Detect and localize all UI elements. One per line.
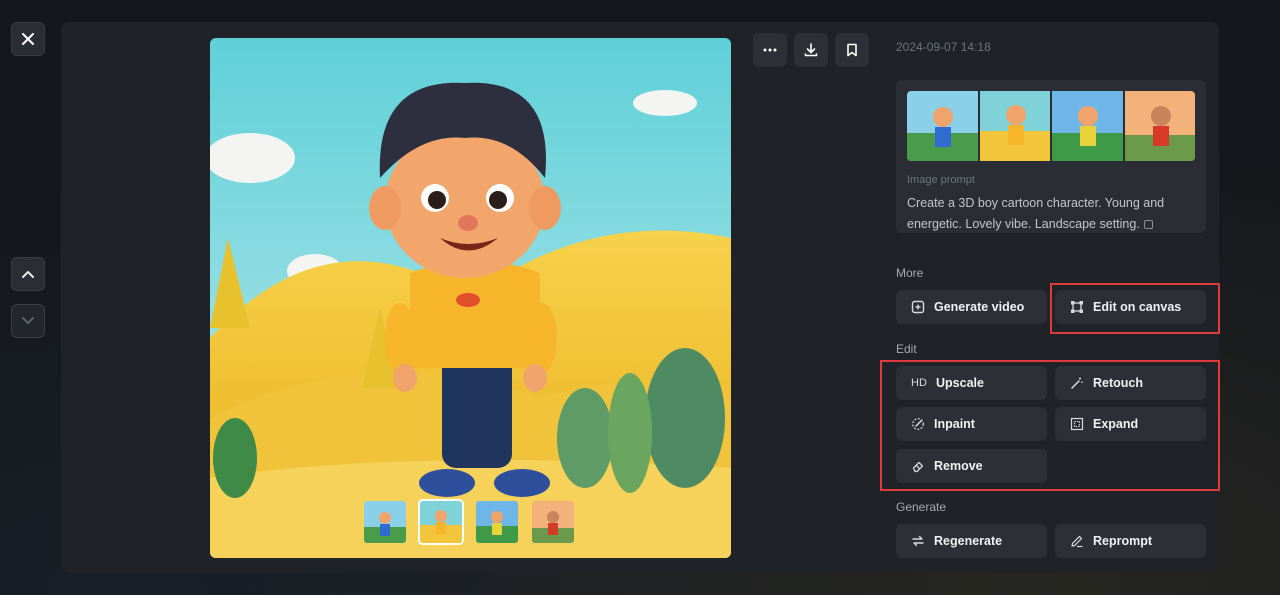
generate-video-button[interactable]: Generate video bbox=[896, 290, 1047, 324]
retouch-label: Retouch bbox=[1093, 376, 1143, 390]
eraser-icon bbox=[911, 459, 925, 473]
generated-image[interactable] bbox=[210, 38, 731, 558]
variation-thumbnail-3[interactable] bbox=[474, 499, 520, 545]
prompt-image-4[interactable] bbox=[1124, 91, 1195, 161]
refresh-icon bbox=[911, 534, 925, 548]
chevron-down-icon bbox=[22, 317, 34, 324]
prompt-image-1[interactable] bbox=[907, 91, 978, 161]
expand-button[interactable]: Expand bbox=[1055, 407, 1206, 441]
prompt-label: Image prompt bbox=[907, 174, 975, 186]
upscale-label: Upscale bbox=[936, 376, 984, 390]
remove-label: Remove bbox=[934, 459, 983, 473]
hd-icon: HD bbox=[911, 377, 927, 389]
variation-thumbnails bbox=[362, 498, 576, 546]
section-label-more: More bbox=[896, 266, 924, 280]
next-image-button[interactable] bbox=[11, 304, 45, 338]
edit-on-canvas-label: Edit on canvas bbox=[1093, 300, 1182, 314]
creation-timestamp: 2024-09-07 14:18 bbox=[896, 40, 991, 54]
chevron-up-icon bbox=[22, 271, 34, 278]
reprompt-button[interactable]: Reprompt bbox=[1055, 524, 1206, 558]
variation-thumbnail-4[interactable] bbox=[530, 499, 576, 545]
prompt-text: Create a 3D boy cartoon character. Young… bbox=[907, 196, 1165, 231]
close-icon bbox=[22, 33, 34, 45]
copy-icon[interactable] bbox=[1143, 220, 1153, 229]
close-button[interactable] bbox=[11, 22, 45, 56]
edit-on-canvas-button[interactable]: Edit on canvas bbox=[1055, 290, 1206, 324]
download-icon bbox=[804, 43, 818, 57]
bookmark-button[interactable] bbox=[835, 33, 869, 67]
download-button[interactable] bbox=[794, 33, 828, 67]
canvas-icon bbox=[1070, 300, 1084, 314]
video-plus-icon bbox=[911, 300, 925, 314]
remove-button[interactable]: Remove bbox=[896, 449, 1047, 483]
more-options-button[interactable] bbox=[753, 33, 787, 67]
inpaint-button[interactable]: Inpaint bbox=[896, 407, 1047, 441]
pencil-icon bbox=[1070, 534, 1084, 548]
brush-icon bbox=[911, 417, 925, 431]
prompt-card: Image prompt Create a 3D boy cartoon cha… bbox=[896, 80, 1206, 233]
prompt-image-3[interactable] bbox=[1052, 91, 1123, 161]
reprompt-label: Reprompt bbox=[1093, 534, 1153, 548]
variation-thumbnail-2[interactable] bbox=[418, 499, 464, 545]
previous-image-button[interactable] bbox=[11, 257, 45, 291]
regenerate-label: Regenerate bbox=[934, 534, 1003, 548]
generate-video-label: Generate video bbox=[934, 300, 1025, 314]
section-label-generate: Generate bbox=[896, 500, 947, 514]
prompt-reference-images bbox=[907, 91, 1195, 161]
regenerate-button[interactable]: Regenerate bbox=[896, 524, 1047, 558]
upscale-button[interactable]: HD Upscale bbox=[896, 366, 1047, 400]
expand-icon bbox=[1070, 417, 1084, 431]
prompt-image-2[interactable] bbox=[979, 91, 1050, 161]
bookmark-icon bbox=[847, 43, 857, 57]
expand-label: Expand bbox=[1093, 417, 1139, 431]
retouch-button[interactable]: Retouch bbox=[1055, 366, 1206, 400]
more-horizontal-icon bbox=[763, 48, 777, 52]
section-label-edit: Edit bbox=[896, 342, 917, 356]
magic-wand-icon bbox=[1070, 376, 1084, 390]
variation-thumbnail-1[interactable] bbox=[362, 499, 408, 545]
inpaint-label: Inpaint bbox=[934, 417, 975, 431]
